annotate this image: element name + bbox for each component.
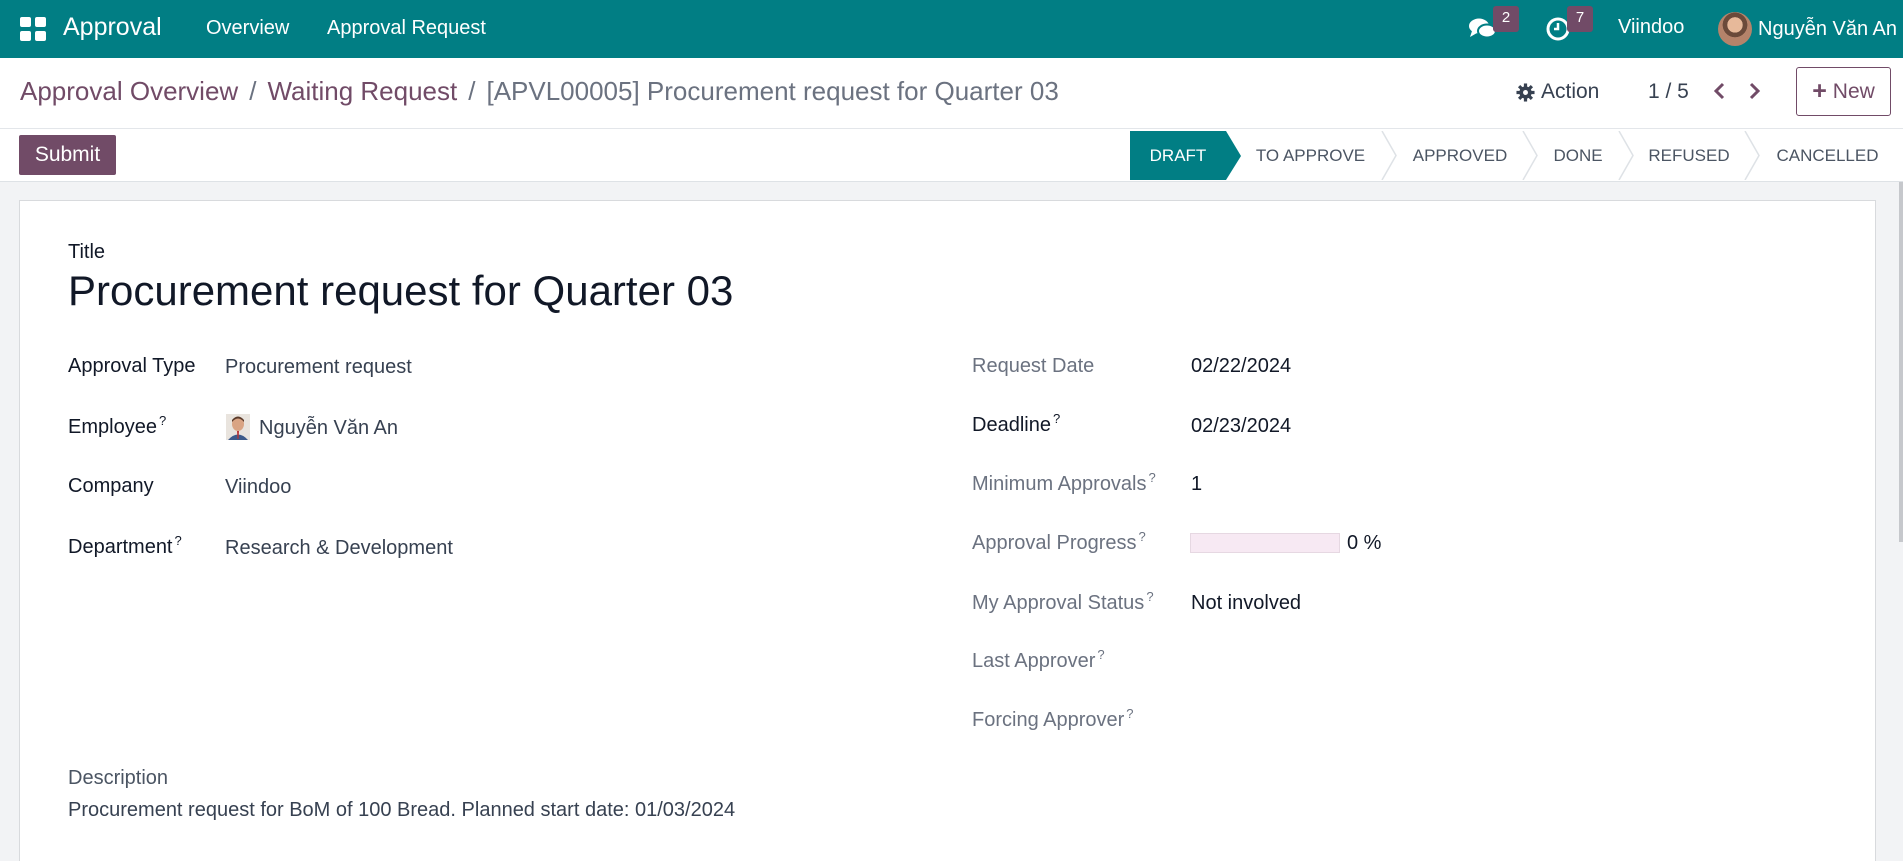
breadcrumb-current: [APVL00005] Procurement request for Quar…	[486, 76, 1059, 106]
approval-progress-value: 0 %	[1347, 532, 1382, 554]
title-label: Title	[68, 241, 106, 263]
deadline-label-text: Deadline	[972, 414, 1051, 436]
deadline-label: Deadline?	[972, 411, 1060, 437]
scrollbar[interactable]	[1899, 182, 1903, 542]
minimum-approvals-label-text: Minimum Approvals	[972, 473, 1147, 495]
top-navbar: Approval Overview Approval Request 2 7 V…	[0, 0, 1903, 58]
employee-avatar	[226, 414, 250, 440]
department-field[interactable]: Research & Development	[225, 537, 453, 560]
approval-type-field[interactable]: Procurement request	[225, 356, 412, 379]
new-label: New	[1832, 79, 1875, 103]
breadcrumb-waiting-request[interactable]: Waiting Request	[267, 76, 457, 106]
employee-field[interactable]: Nguyễn Văn An	[259, 417, 398, 440]
stage-cancelled[interactable]: CANCELLED	[1760, 131, 1895, 180]
menu-approval-request[interactable]: Approval Request	[327, 17, 486, 40]
stage-separator	[1522, 131, 1538, 180]
activities-badge: 7	[1567, 6, 1593, 32]
chevron-right-icon[interactable]	[1744, 81, 1764, 101]
approval-type-label: Approval Type	[68, 355, 196, 377]
gear-icon	[1516, 82, 1535, 102]
action-menu-button[interactable]: Action	[1516, 80, 1599, 104]
form-sheet: Title Procurement request for Quarter 03…	[19, 200, 1876, 861]
submit-button[interactable]: Submit	[19, 135, 116, 175]
help-tooltip[interactable]: ?	[1053, 411, 1060, 426]
breadcrumb: Approval Overview / Waiting Request / [APVL0…	[20, 76, 1059, 107]
department-label: Department?	[68, 533, 182, 559]
stage-done[interactable]: DONE	[1538, 131, 1618, 180]
user-avatar	[1718, 12, 1752, 46]
stage-refused[interactable]: REFUSED	[1634, 131, 1744, 180]
messages-badge: 2	[1493, 6, 1519, 32]
stage-separator	[1381, 131, 1397, 180]
pager-value[interactable]: 1 / 5	[1648, 80, 1689, 104]
help-tooltip[interactable]: ?	[1126, 706, 1133, 721]
description-label: Description	[68, 767, 169, 789]
last-approver-label: Last Approver?	[972, 647, 1105, 673]
user-menu[interactable]: Nguyễn Văn An	[1718, 0, 1897, 58]
app-name[interactable]: Approval	[63, 13, 162, 42]
help-tooltip[interactable]: ?	[175, 533, 182, 548]
approval-progress-bar	[1190, 533, 1340, 553]
request-date-label: Request Date	[972, 355, 1095, 377]
deadline-field[interactable]: 02/23/2024	[1191, 415, 1291, 438]
activities-button[interactable]: 7	[1545, 0, 1593, 58]
description-field[interactable]: Procurement request for BoM of 100 Bread…	[68, 799, 735, 822]
stage-draft[interactable]: DRAFT	[1130, 131, 1241, 180]
stage-to-approve[interactable]: TO APPROVE	[1240, 131, 1381, 180]
breadcrumb-separator: /	[468, 76, 476, 106]
status-bar: Submit DRAFT TO APPROVE APPROVED DONE RE…	[0, 129, 1903, 182]
my-approval-status-field: Not involved	[1191, 592, 1302, 614]
minimum-approvals-field: 1	[1191, 473, 1203, 495]
messages-button[interactable]: 2	[1468, 0, 1519, 58]
last-approver-label-text: Last Approver	[972, 650, 1096, 672]
apps-icon[interactable]	[20, 17, 46, 41]
plus-icon: +	[1812, 77, 1827, 105]
help-tooltip[interactable]: ?	[1149, 470, 1156, 485]
forcing-approver-label-text: Forcing Approver	[972, 709, 1125, 731]
menu-overview[interactable]: Overview	[206, 17, 289, 40]
control-panel: Approval Overview / Waiting Request / [APVL0…	[0, 58, 1903, 129]
request-date-field[interactable]: 02/22/2024	[1191, 355, 1291, 378]
stage-approved[interactable]: APPROVED	[1398, 131, 1522, 180]
breadcrumb-separator: /	[249, 76, 257, 106]
new-button[interactable]: + New	[1796, 67, 1891, 116]
action-label: Action	[1541, 80, 1600, 103]
company-label: Company	[68, 475, 154, 497]
forcing-approver-label: Forcing Approver?	[972, 706, 1134, 732]
help-tooltip[interactable]: ?	[1139, 529, 1146, 544]
department-label-text: Department	[68, 536, 173, 558]
my-approval-status-label: My Approval Status?	[972, 589, 1154, 615]
breadcrumb-approval-overview[interactable]: Approval Overview	[20, 76, 238, 106]
minimum-approvals-label: Minimum Approvals?	[972, 470, 1156, 496]
stage-separator	[1744, 131, 1760, 180]
chevron-left-icon[interactable]	[1710, 81, 1730, 101]
my-approval-status-label-text: My Approval Status	[972, 592, 1145, 614]
stage-separator	[1618, 131, 1634, 180]
employee-label-text: Employee	[68, 416, 157, 438]
company-switcher[interactable]: Viindoo	[1618, 16, 1684, 39]
approval-progress-label: Approval Progress?	[972, 529, 1146, 555]
employee-label: Employee?	[68, 413, 166, 439]
help-tooltip[interactable]: ?	[1097, 647, 1104, 662]
approval-progress-label-text: Approval Progress	[972, 532, 1137, 554]
company-field[interactable]: Viindoo	[225, 476, 291, 499]
help-tooltip[interactable]: ?	[1146, 589, 1153, 604]
user-name: Nguyễn Văn An	[1758, 17, 1897, 40]
title-field[interactable]: Procurement request for Quarter 03	[68, 267, 733, 315]
help-tooltip[interactable]: ?	[159, 413, 166, 428]
